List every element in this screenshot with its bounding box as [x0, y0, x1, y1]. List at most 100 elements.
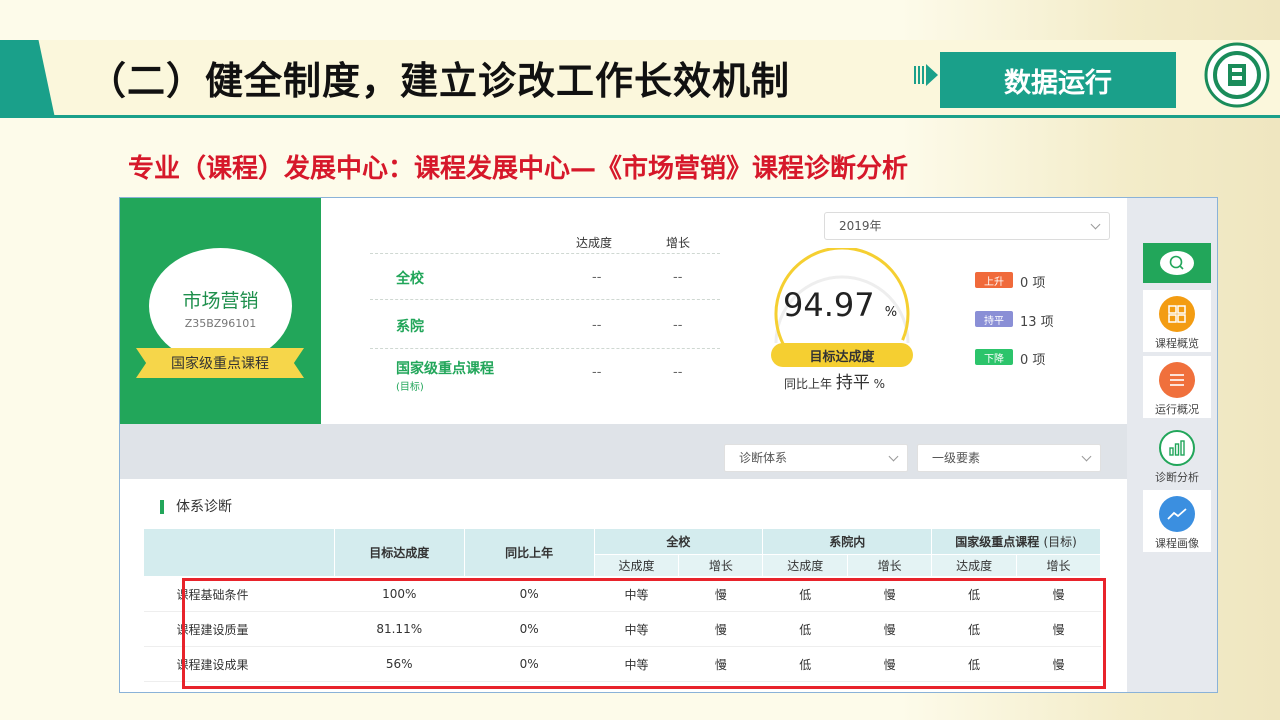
header-school-achievement: 达成度 — [593, 554, 680, 577]
row-national-growth: 慢 — [1016, 611, 1101, 647]
summary-header-growth: 增长 — [666, 236, 691, 250]
summary-header-achievement: 达成度 — [576, 236, 613, 250]
row-school-growth: 慢 — [678, 611, 763, 647]
row-school-achievement: 中等 — [594, 646, 679, 682]
trend-up-badge: 上升 — [975, 272, 1013, 288]
header-target: 目标达成度 — [333, 528, 465, 577]
row-dept-growth: 慢 — [847, 576, 932, 612]
sidebar-item-label: 运行概况 — [1155, 403, 1199, 416]
row-name: 课程建设成果 — [143, 646, 335, 682]
gauge-compare-value: 持平 — [835, 373, 870, 393]
row-national-achievement: 低 — [931, 611, 1017, 647]
page-title: （二）健全制度，建立诊改工作长效机制 — [88, 59, 791, 103]
summary-divider — [370, 348, 720, 349]
element-level-value: 一级要素 — [932, 451, 981, 465]
summary-row-dept-label: 系院 — [396, 319, 424, 335]
summary-row-school-label: 全校 — [396, 271, 424, 287]
sidebar-item-diagnosis-analysis[interactable]: 诊断分析 — [1143, 424, 1211, 486]
row-dept-achievement: 低 — [762, 576, 848, 612]
summary-row-school-growth: -- — [673, 270, 683, 285]
element-level-select[interactable]: 一级要素 — [917, 444, 1101, 472]
row-yoy: 0% — [464, 576, 595, 612]
chevron-down-icon — [1090, 219, 1101, 230]
header-national-growth: 增长 — [1016, 554, 1101, 577]
table-row: 课程建设成果 56% 0% 中等 慢 低 慢 低 慢 — [143, 646, 1101, 682]
header-national: 国家级重点课程 (目标) — [931, 528, 1101, 555]
header-yoy: 同比上年 — [463, 528, 595, 577]
header-dept-achievement: 达成度 — [762, 554, 849, 577]
summary-row-national-achievement: -- — [592, 365, 602, 380]
row-yoy: 0% — [464, 646, 595, 682]
summary-panel: 达成度 增长 全校 -- -- 系院 -- -- 国家级重点课程 (目标) --… — [328, 198, 1127, 424]
diagnosis-system-select[interactable]: 诊断体系 — [724, 444, 908, 472]
list-icon — [1159, 362, 1195, 398]
search-icon — [1160, 251, 1194, 275]
summary-row-national-growth: -- — [673, 365, 683, 380]
trend-line-icon — [1159, 496, 1195, 532]
row-dept-achievement: 低 — [762, 646, 848, 682]
header-empty — [143, 528, 335, 577]
grid-icon — [1159, 296, 1195, 332]
course-level-ribbon: 国家级重点课程 — [136, 348, 304, 378]
trend-flat-badge: 持平 — [975, 311, 1013, 327]
header-dept: 系院内 — [762, 528, 933, 555]
sidebar-item-course-portrait[interactable]: 课程画像 — [1143, 490, 1211, 552]
row-target: 56% — [334, 646, 465, 682]
summary-row-dept-growth: -- — [673, 318, 683, 333]
summary-divider — [370, 299, 720, 300]
summary-row-national-label: 国家级重点课程 (目标) — [396, 358, 494, 393]
gauge-unit: % — [884, 305, 898, 320]
header-national-achievement: 达成度 — [931, 554, 1018, 577]
gauge-compare-unit: % — [873, 377, 886, 391]
summary-row-national-sub: (目标) — [396, 382, 424, 393]
trend-down-badge: 下降 — [975, 349, 1013, 365]
course-badge: 市场营销 Z35BZ96101 — [149, 248, 292, 364]
sidebar-item-label: 诊断分析 — [1155, 471, 1199, 484]
school-logo-icon — [1204, 42, 1270, 108]
course-dashboard: 市场营销 Z35BZ96101 国家级重点课程 达成度 增长 全校 -- -- … — [119, 197, 1218, 693]
sidebar-search-button[interactable] — [1143, 243, 1211, 283]
header-national-label: 国家级重点课程 — [955, 535, 1040, 549]
bar-chart-icon — [1159, 430, 1195, 466]
sidebar-item-label: 课程概览 — [1155, 337, 1199, 350]
chevron-down-icon — [888, 451, 899, 462]
sidebar-item-label: 课程画像 — [1155, 537, 1199, 550]
arrow-right-icon — [914, 64, 938, 86]
gauge-value-wrap: 94.97 % — [783, 286, 897, 324]
year-select[interactable]: 2019年 — [824, 212, 1110, 240]
course-card: 市场营销 Z35BZ96101 国家级重点课程 — [120, 198, 321, 424]
sidebar-item-operation-overview[interactable]: 运行概况 — [1143, 356, 1211, 418]
row-target: 81.11% — [334, 611, 465, 647]
row-school-achievement: 中等 — [594, 576, 679, 612]
row-national-achievement: 低 — [931, 646, 1017, 682]
row-school-growth: 慢 — [678, 646, 763, 682]
section-tag: 数据运行 — [940, 52, 1176, 108]
header-national-sub: (目标) — [1043, 535, 1077, 549]
course-code: Z35BZ96101 — [184, 317, 257, 330]
table-row: 课程建设质量 81.11% 0% 中等 慢 低 慢 低 慢 — [143, 611, 1101, 647]
row-national-growth: 慢 — [1016, 576, 1101, 612]
row-dept-growth: 慢 — [847, 611, 932, 647]
row-name: 课程建设质量 — [143, 611, 335, 647]
section-title: 体系诊断 — [160, 500, 232, 514]
header-school-growth: 增长 — [678, 554, 764, 577]
table-row: 课程基础条件 100% 0% 中等 慢 低 慢 低 慢 — [143, 576, 1101, 612]
diagnosis-table: 目标达成度 同比上年 全校 系院内 国家级重点课程 (目标) 达成度 增长 达成… — [143, 528, 1101, 682]
slide-subtitle: 专业（课程）发展中心：课程发展中心—《市场营销》课程诊断分析 — [128, 154, 909, 184]
gauge-compare: 同比上年 持平 % — [784, 368, 885, 393]
gauge-badge: 目标达成度 — [771, 343, 913, 367]
summary-divider — [370, 253, 720, 254]
summary-row-school-achievement: -- — [592, 270, 602, 285]
sidebar-item-course-overview[interactable]: 课程概览 — [1143, 290, 1211, 352]
course-name: 市场营销 — [182, 290, 259, 312]
year-select-value: 2019年 — [839, 219, 882, 233]
diagnosis-system-value: 诊断体系 — [739, 451, 788, 465]
trend-flat-count: 13 项 — [1020, 315, 1054, 330]
trend-up-count: 0 项 — [1020, 276, 1046, 291]
row-national-growth: 慢 — [1016, 646, 1101, 682]
row-school-growth: 慢 — [678, 576, 763, 612]
row-dept-achievement: 低 — [762, 611, 848, 647]
summary-row-dept-achievement: -- — [592, 318, 602, 333]
summary-row-national-name: 国家级重点课程 — [396, 361, 494, 377]
gauge-compare-prefix: 同比上年 — [784, 377, 833, 391]
